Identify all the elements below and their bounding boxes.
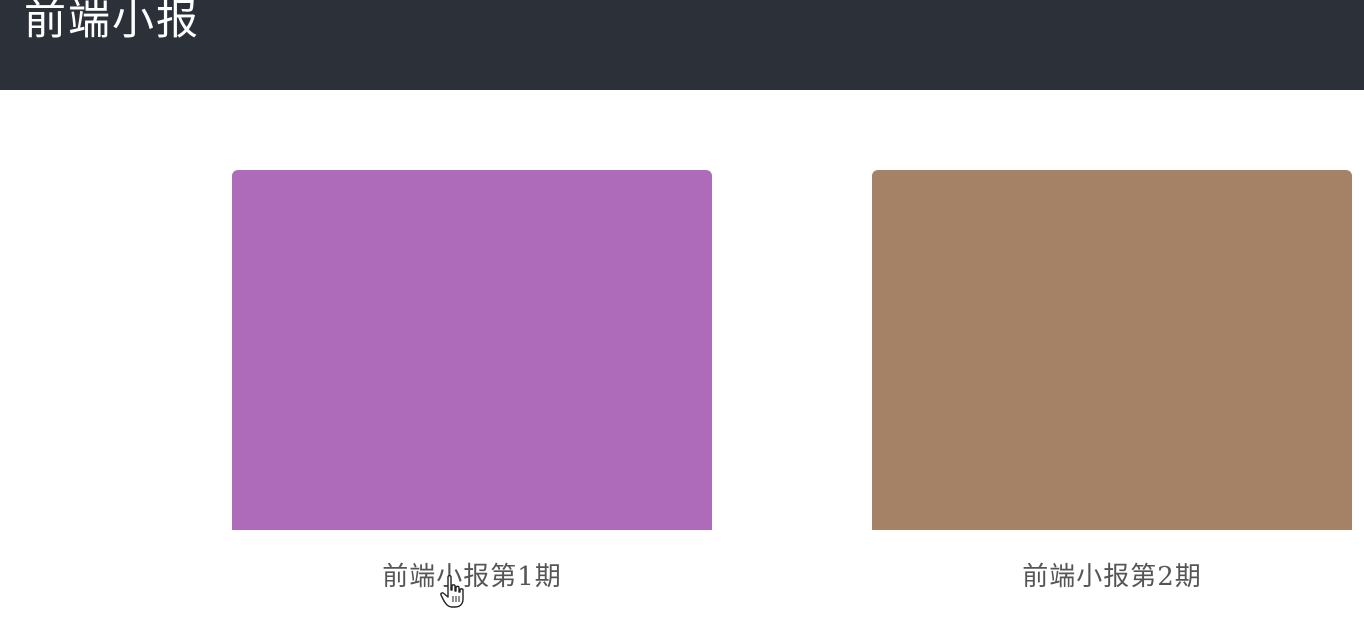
- site-title: 前端小报: [24, 0, 201, 44]
- top-header-bar: 前端小报: [0, 0, 1364, 90]
- issue-card-2[interactable]: 前端小报第2期: [872, 170, 1352, 622]
- issue-thumbnail-1[interactable]: [232, 170, 712, 530]
- issue-title-2[interactable]: 前端小报第2期: [872, 562, 1352, 592]
- issue-title-1[interactable]: 前端小报第1期: [232, 562, 712, 592]
- issue-thumbnail-2[interactable]: [872, 170, 1352, 530]
- issue-card-1[interactable]: 前端小报第1期: [232, 170, 712, 622]
